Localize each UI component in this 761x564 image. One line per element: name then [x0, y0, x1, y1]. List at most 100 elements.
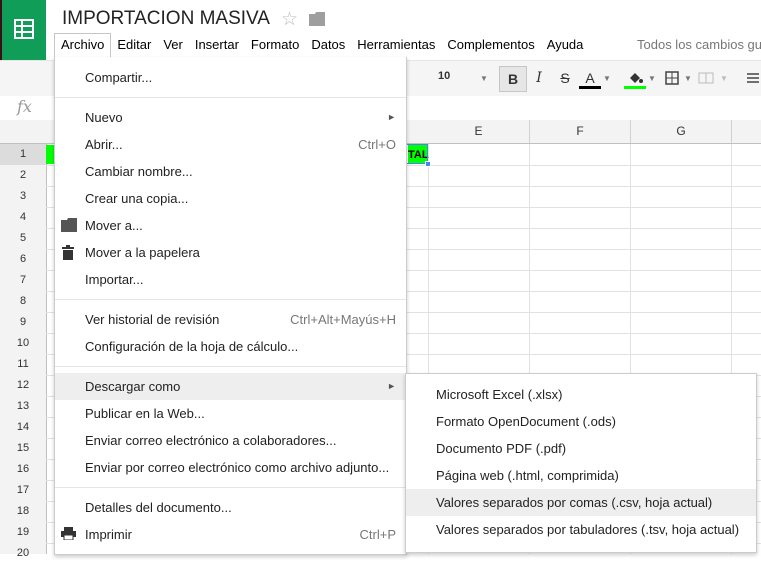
menu-archivo[interactable]: Archivo	[54, 33, 112, 57]
menu-item-label: Documento PDF (.pdf)	[436, 441, 567, 456]
menu-item-label: Cambiar nombre...	[85, 164, 193, 179]
menu-item-label: Formato OpenDocument (.ods)	[436, 414, 616, 429]
menu-ver[interactable]: Ver	[157, 33, 189, 56]
row-header-6[interactable]: 6	[0, 249, 46, 270]
row-header-18[interactable]: 18	[0, 501, 46, 522]
folder-icon	[61, 218, 77, 232]
save-status: Todos los cambios gu	[637, 37, 761, 52]
row-header-9[interactable]: 9	[0, 312, 46, 333]
menu-item-enviar-adjunto[interactable]: Enviar por correo electrónico como archi…	[55, 454, 406, 481]
font-size-select[interactable]: 10	[438, 70, 450, 82]
menu-separator	[55, 299, 406, 300]
column-header-g[interactable]: G	[631, 120, 732, 143]
chevron-down-icon: ▼	[648, 73, 656, 83]
chevron-down-icon: ▼	[684, 73, 692, 83]
printer-icon	[61, 527, 76, 541]
menu-complementos[interactable]: Complementos	[441, 33, 540, 56]
italic-button[interactable]: I	[529, 66, 549, 90]
menu-item-label: Configuración de la hoja de cálculo...	[85, 339, 299, 354]
download-tsv[interactable]: Valores separados por tabuladores (.tsv,…	[406, 516, 756, 543]
menu-item-label: Enviar correo electrónico a colaboradore…	[85, 433, 337, 448]
row-header-3[interactable]: 3	[0, 186, 46, 207]
menu-item-historial[interactable]: Ver historial de revisión Ctrl+Alt+Mayús+…	[55, 306, 406, 333]
menu-item-label: Microsoft Excel (.xlsx)	[436, 387, 563, 402]
row-header-17[interactable]: 17	[0, 480, 46, 501]
menu-item-enviar-colaboradores[interactable]: Enviar correo electrónico a colaboradore…	[55, 427, 406, 454]
menu-item-label: Compartir...	[85, 70, 153, 85]
text-color-swatch	[579, 86, 601, 89]
menu-item-label: Importar...	[85, 272, 144, 287]
menu-insertar[interactable]: Insertar	[189, 33, 245, 56]
download-xlsx[interactable]: Microsoft Excel (.xlsx)	[406, 381, 756, 408]
document-title[interactable]: IMPORTACION MASIVA	[62, 8, 270, 30]
borders-icon[interactable]	[663, 66, 681, 90]
chevron-down-icon: ▼	[480, 73, 488, 83]
menu-item-publicar[interactable]: Publicar en la Web...	[55, 400, 406, 427]
menu-item-importar[interactable]: Importar...	[55, 266, 406, 293]
menu-item-papelera[interactable]: Mover a la papelera	[55, 239, 406, 266]
row-header-8[interactable]: 8	[0, 291, 46, 312]
menubar: Archivo Editar Ver Insertar Formato Datos Herr…	[54, 33, 589, 57]
download-csv[interactable]: Valores separados por comas (.csv, hoja …	[406, 489, 756, 516]
menu-item-label: Descargar como	[85, 379, 181, 394]
menu-item-label: Publicar en la Web...	[85, 406, 205, 421]
row-header-7[interactable]: 7	[0, 270, 46, 291]
menu-item-mover[interactable]: Mover a...	[55, 212, 406, 239]
star-icon[interactable]: ☆	[281, 8, 298, 31]
fill-handle[interactable]	[425, 161, 431, 167]
download-html[interactable]: Página web (.html, comprimida)	[406, 462, 756, 489]
row-header-12[interactable]: 12	[0, 375, 46, 396]
sheets-logo[interactable]	[2, 0, 46, 60]
download-ods[interactable]: Formato OpenDocument (.ods)	[406, 408, 756, 435]
row-header-13[interactable]: 13	[0, 396, 46, 417]
bold-button[interactable]: B	[499, 66, 527, 92]
menu-formato[interactable]: Formato	[245, 33, 305, 56]
sheets-icon	[14, 19, 34, 39]
menu-separator	[55, 366, 406, 367]
download-pdf[interactable]: Documento PDF (.pdf)	[406, 435, 756, 462]
menu-item-cambiar-nombre[interactable]: Cambiar nombre...	[55, 158, 406, 185]
cell-a1[interactable]	[46, 145, 54, 164]
row-header-10[interactable]: 10	[0, 333, 46, 354]
row-header-1[interactable]: 1	[0, 144, 46, 165]
chevron-down-icon: ▼	[603, 73, 611, 83]
menu-item-crear-copia[interactable]: Crear una copia...	[55, 185, 406, 212]
menu-item-label: Mover a la papelera	[85, 245, 200, 260]
row-header-19[interactable]: 19	[0, 522, 46, 543]
fx-icon: fx	[17, 97, 32, 116]
trash-icon	[61, 245, 75, 260]
menu-shortcut: Ctrl+O	[358, 137, 396, 152]
align-icon[interactable]	[745, 66, 761, 90]
row-header-16[interactable]: 16	[0, 459, 46, 480]
row-header-14[interactable]: 14	[0, 417, 46, 438]
menu-item-configuracion[interactable]: Configuración de la hoja de cálculo...	[55, 333, 406, 360]
menu-separator	[55, 487, 406, 488]
row-header-4[interactable]: 4	[0, 207, 46, 228]
row-header-5[interactable]: 5	[0, 228, 46, 249]
menu-item-label: Imprimir	[85, 527, 132, 542]
menu-item-label: Página web (.html, comprimida)	[436, 468, 619, 483]
download-submenu: Microsoft Excel (.xlsx) Formato OpenDocu…	[405, 373, 757, 553]
merge-cells-icon[interactable]	[696, 66, 716, 90]
menu-item-nuevo[interactable]: Nuevo ►	[55, 104, 406, 131]
menu-item-detalles[interactable]: Detalles del documento...	[55, 494, 406, 521]
menu-item-abrir[interactable]: Abrir... Ctrl+O	[55, 131, 406, 158]
column-header-e[interactable]: E	[428, 120, 530, 143]
row-header-2[interactable]: 2	[0, 165, 46, 186]
menu-item-imprimir[interactable]: Imprimir Ctrl+P	[55, 521, 406, 548]
menu-datos[interactable]: Datos	[305, 33, 351, 56]
menu-item-label: Valores separados por tabuladores (.tsv,…	[436, 522, 740, 537]
menu-editar[interactable]: Editar	[111, 33, 157, 56]
folder-icon[interactable]	[309, 12, 325, 26]
menu-item-compartir[interactable]: Compartir...	[55, 64, 406, 91]
row-header-11[interactable]: 11	[0, 354, 46, 375]
menu-herramientas[interactable]: Herramientas	[351, 33, 441, 56]
menu-item-label: Abrir...	[85, 137, 123, 152]
column-header-f[interactable]: F	[530, 120, 631, 143]
file-menu: Compartir... Nuevo ► Abrir... Ctrl+O Cambi…	[54, 57, 407, 555]
menu-ayuda[interactable]: Ayuda	[541, 33, 590, 56]
strikethrough-button[interactable]: S	[555, 66, 575, 90]
menu-item-descargar-como[interactable]: Descargar como ►	[55, 373, 406, 400]
menu-item-label: Crear una copia...	[85, 191, 189, 206]
row-header-15[interactable]: 15	[0, 438, 46, 459]
